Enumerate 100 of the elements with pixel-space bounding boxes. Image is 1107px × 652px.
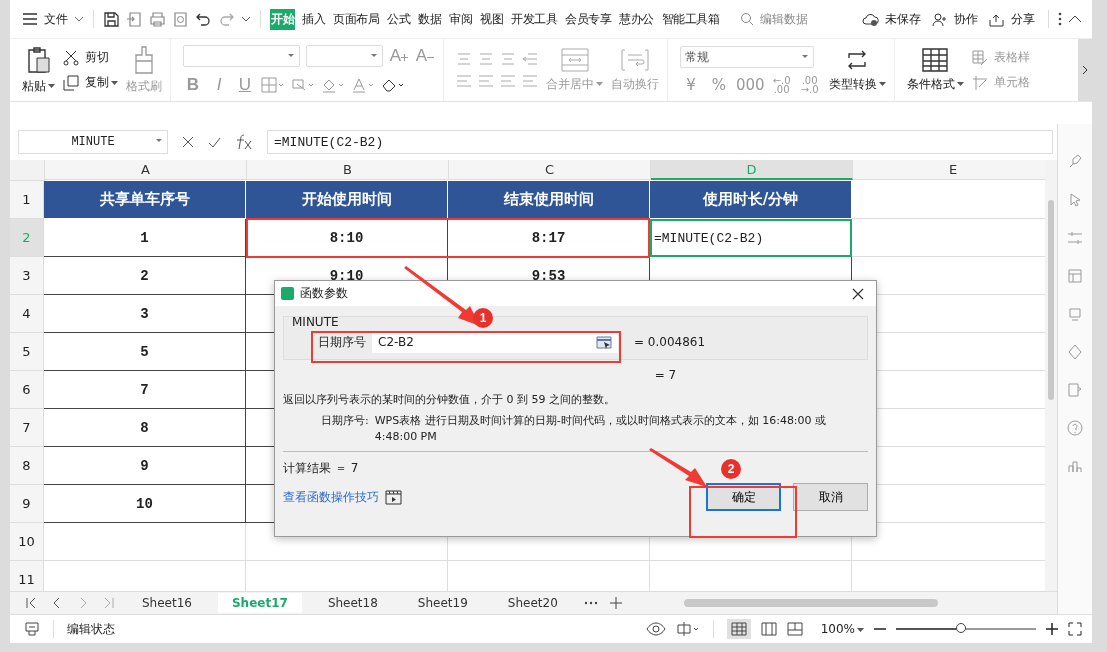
align-icon[interactable]: [522, 74, 538, 88]
caret-icon[interactable]: [74, 15, 84, 23]
crosshair-icon[interactable]: [675, 622, 700, 636]
more-icon[interactable]: [1058, 12, 1062, 26]
add-icon[interactable]: [609, 597, 622, 609]
row-header[interactable]: 5: [10, 333, 44, 371]
ribbon-tab[interactable]: 公式: [386, 8, 411, 30]
align-icon[interactable]: [478, 52, 494, 66]
preview-icon[interactable]: [172, 10, 189, 28]
row-header[interactable]: 7: [10, 409, 44, 447]
row-header[interactable]: 8: [10, 447, 44, 485]
copy-button[interactable]: 复制: [85, 74, 118, 91]
bucket-icon[interactable]: [321, 77, 345, 93]
toolbar-action[interactable]: 分享: [1011, 10, 1035, 28]
page-break-icon[interactable]: [786, 622, 803, 636]
sheet-tab[interactable]: Sheet20: [493, 593, 572, 613]
save-icon[interactable]: [103, 10, 120, 28]
copy-icon[interactable]: [63, 74, 79, 91]
toolbar-action[interactable]: 协作: [954, 10, 978, 28]
formula-field[interactable]: =MINUTE(C2-B2): [267, 130, 1053, 154]
range-picker-icon[interactable]: [596, 335, 612, 349]
function-icon[interactable]: [235, 134, 253, 150]
ok-button[interactable]: 确定: [706, 483, 781, 511]
check-icon[interactable]: [208, 136, 221, 148]
ribbon-tab[interactable]: 页面布局: [332, 8, 380, 30]
macro-icon[interactable]: [24, 621, 40, 637]
person-plus-icon[interactable]: [931, 11, 948, 27]
page-view-icon[interactable]: [760, 622, 777, 636]
number-format-field[interactable]: 常规: [680, 46, 814, 68]
more-icon[interactable]: [583, 601, 598, 605]
font-size-field[interactable]: [306, 45, 383, 67]
help-link[interactable]: 查看函数操作技巧: [283, 488, 379, 506]
export-icon[interactable]: [126, 10, 143, 28]
sidebar-icon[interactable]: [1067, 192, 1083, 208]
fullscreen-icon[interactable]: [1068, 622, 1082, 636]
row-header[interactable]: 10: [10, 523, 44, 561]
zoom-in-icon[interactable]: [1046, 623, 1058, 635]
sheet-nav-icon[interactable]: [24, 597, 38, 609]
sheet-tab[interactable]: Sheet18: [313, 593, 392, 613]
sidebar-icon[interactable]: [1067, 306, 1083, 322]
ribbon-tab[interactable]: 开发工具: [510, 8, 558, 30]
merge-icon[interactable]: [560, 47, 589, 72]
sheet-tab[interactable]: Sheet16: [128, 593, 206, 613]
sidebar-icon[interactable]: [1067, 268, 1083, 284]
paste-button[interactable]: 粘贴: [22, 77, 55, 95]
ribbon-tab[interactable]: 插入: [301, 8, 326, 30]
align-icon[interactable]: [522, 52, 538, 66]
ribbon-tab[interactable]: 审阅: [448, 8, 473, 30]
column-header[interactable]: B: [247, 160, 449, 180]
name-box[interactable]: MINUTE: [18, 130, 168, 154]
cancel-icon[interactable]: [182, 136, 194, 148]
type-convert-button[interactable]: 类型转换: [828, 75, 886, 93]
ribbon-tab[interactable]: 智能工具箱: [660, 8, 720, 30]
paste-icon[interactable]: [26, 45, 51, 74]
conditional-format-button[interactable]: 条件格式: [906, 75, 964, 93]
menu-icon[interactable]: [22, 12, 38, 26]
print-icon[interactable]: [149, 10, 166, 28]
video-icon[interactable]: [385, 489, 402, 505]
table-grid-icon[interactable]: [922, 47, 949, 72]
row-header[interactable]: 9: [10, 485, 44, 523]
collapse-icon[interactable]: [1068, 15, 1082, 23]
row-header[interactable]: 11: [10, 561, 44, 591]
align-icon[interactable]: [456, 74, 472, 88]
scissors-icon[interactable]: [63, 49, 79, 66]
argument-field[interactable]: C2-B2: [372, 331, 618, 353]
wrap-icon[interactable]: [621, 47, 649, 72]
sidebar-icon[interactable]: [1067, 230, 1083, 246]
sidebar-icon[interactable]: [1067, 420, 1083, 436]
border-icon[interactable]: [261, 77, 285, 93]
row-header[interactable]: 6: [10, 371, 44, 409]
vertical-scrollbar[interactable]: [1045, 160, 1057, 591]
eraser-icon[interactable]: [381, 77, 405, 93]
sheet-tab[interactable]: Sheet19: [403, 593, 482, 613]
fill-icon[interactable]: [291, 77, 315, 93]
normal-view-button[interactable]: [726, 619, 751, 639]
row-header[interactable]: 4: [10, 295, 44, 333]
column-header[interactable]: E: [853, 160, 1045, 180]
ribbon-tab[interactable]: 视图: [479, 8, 504, 30]
row-header[interactable]: 1: [10, 181, 44, 219]
cell-style-icon[interactable]: [971, 74, 988, 91]
font-color-icon[interactable]: [351, 77, 375, 93]
ribbon-tab[interactable]: 会员专享: [564, 8, 612, 30]
align-icon[interactable]: [500, 74, 516, 88]
cut-button[interactable]: 剪切: [85, 49, 109, 66]
font-name-field[interactable]: [183, 45, 300, 67]
align-icon[interactable]: [500, 52, 516, 66]
align-icon[interactable]: [478, 74, 494, 88]
sidebar-icon[interactable]: [1067, 344, 1083, 360]
table-style-icon[interactable]: [971, 49, 988, 66]
eye-icon[interactable]: [645, 622, 666, 636]
toolbar-action[interactable]: 未保存: [885, 10, 921, 28]
column-header[interactable]: C: [449, 160, 651, 180]
caret-icon[interactable]: [241, 15, 251, 23]
close-icon[interactable]: [852, 287, 864, 300]
cloud-icon[interactable]: [862, 11, 879, 27]
cancel-button[interactable]: 取消: [793, 483, 868, 511]
sidebar-icon[interactable]: [1067, 458, 1083, 474]
ribbon-tab[interactable]: 慧办公: [618, 8, 655, 30]
file-menu[interactable]: 文件: [44, 10, 68, 28]
column-header[interactable]: A: [45, 160, 247, 180]
